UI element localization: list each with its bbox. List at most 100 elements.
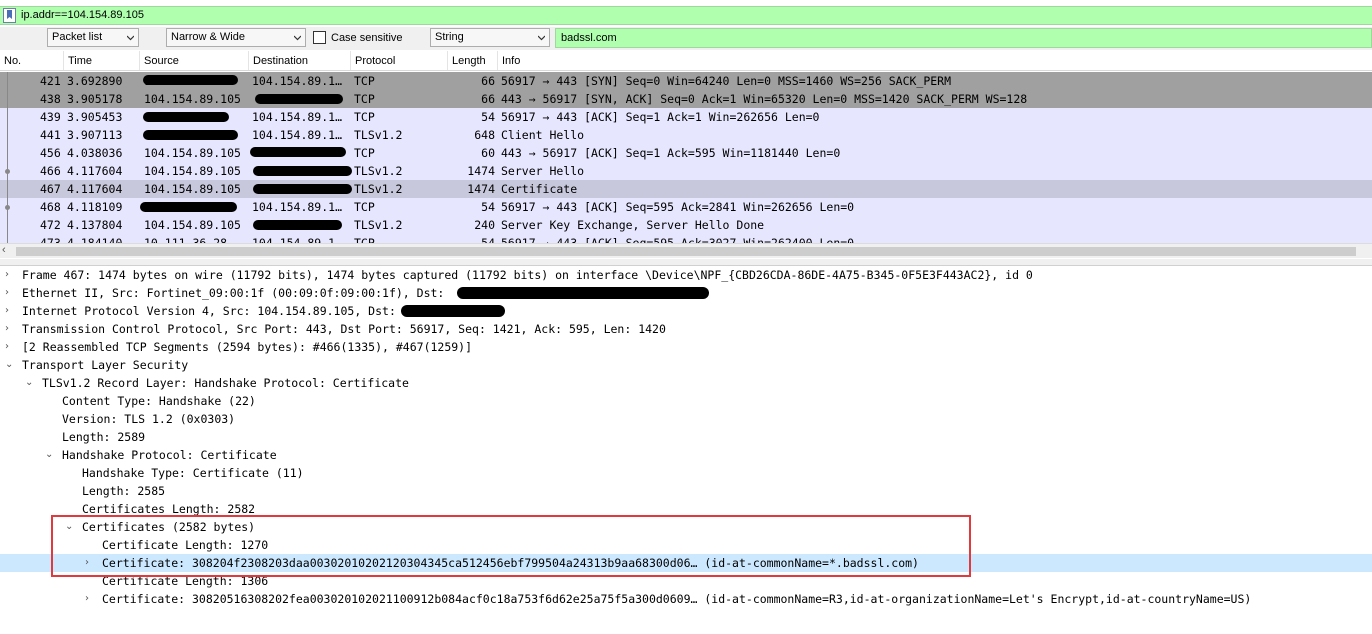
tree-item-label: Internet Protocol Version 4, Src: 104.15… xyxy=(22,304,396,318)
tree-item-certificate-2[interactable]: › Certificate: 30820516308202fea00302010… xyxy=(0,590,1372,608)
tree-item-handshake-type[interactable]: Handshake Type: Certificate (11) xyxy=(0,464,1372,482)
tree-item-record-layer[interactable]: ⌄ TLSv1.2 Record Layer: Handshake Protoc… xyxy=(0,374,1372,392)
tree-item-cert-length-2[interactable]: Certificate Length: 1306 xyxy=(0,572,1372,590)
packet-row[interactable]: 438 3.905178 104.154.89.105 TCP 66 443 →… xyxy=(0,90,1372,108)
packet-no: 438 xyxy=(40,92,61,106)
column-divider[interactable] xyxy=(248,51,249,70)
packet-row[interactable]: 456 4.038036 104.154.89.105 TCP 60 443 →… xyxy=(0,144,1372,162)
tree-item-ipv4[interactable]: › Internet Protocol Version 4, Src: 104.… xyxy=(0,302,1372,320)
expand-arrow-icon[interactable]: › xyxy=(5,284,15,302)
column-no[interactable]: No. xyxy=(4,55,21,67)
column-source[interactable]: Source xyxy=(144,55,179,67)
column-divider[interactable] xyxy=(139,51,140,70)
tree-item-certificate-1-selected[interactable]: › Certificate: 308204f2308203daa00302010… xyxy=(0,554,1372,572)
packet-source: 104.154.89.105 xyxy=(144,218,241,232)
collapse-arrow-icon[interactable]: ⌄ xyxy=(25,374,35,392)
packet-info: Server Key Exchange, Server Hello Done xyxy=(501,218,765,232)
packet-time: 3.907113 xyxy=(67,128,123,142)
display-filter-input[interactable]: ip.addr==104.154.89.105 xyxy=(21,9,144,21)
search-type-select[interactable]: String xyxy=(430,28,550,47)
collapse-arrow-icon[interactable]: ⌄ xyxy=(65,518,75,536)
expand-arrow-icon[interactable]: › xyxy=(5,320,15,338)
packet-protocol: TCP xyxy=(354,200,375,214)
column-info[interactable]: Info xyxy=(502,55,520,67)
display-filter-bar[interactable]: ip.addr==104.154.89.105 xyxy=(0,6,1372,25)
column-protocol[interactable]: Protocol xyxy=(355,55,395,67)
packet-length: 1474 xyxy=(467,164,495,178)
conversation-line xyxy=(7,180,8,198)
expand-arrow-icon[interactable]: › xyxy=(5,302,15,320)
reassembly-dot-icon xyxy=(5,169,10,174)
tree-item-tls[interactable]: ⌄ Transport Layer Security xyxy=(0,356,1372,374)
column-destination[interactable]: Destination xyxy=(253,55,308,67)
char-width-select[interactable]: Narrow & Wide xyxy=(166,28,306,47)
packet-protocol: TLSv1.2 xyxy=(354,218,403,232)
packet-length: 66 xyxy=(481,92,495,106)
tree-item-frame[interactable]: › Frame 467: 1474 bytes on wire (11792 b… xyxy=(0,266,1372,284)
tree-item-version[interactable]: Version: TLS 1.2 (0x0303) xyxy=(0,410,1372,428)
scrollbar-thumb[interactable] xyxy=(16,247,1356,256)
case-sensitive-checkbox[interactable] xyxy=(313,31,326,44)
tree-item-label: Version: TLS 1.2 (0x0303) xyxy=(62,412,236,426)
chevron-down-icon xyxy=(538,35,545,41)
packet-protocol: TCP xyxy=(354,92,375,106)
tree-item-content-type[interactable]: Content Type: Handshake (22) xyxy=(0,392,1372,410)
expand-arrow-icon[interactable]: › xyxy=(5,266,15,284)
tree-item-certificates[interactable]: ⌄ Certificates (2582 bytes) xyxy=(0,518,1372,536)
packet-length: 60 xyxy=(481,146,495,160)
tree-item-label: Transmission Control Protocol, Src Port:… xyxy=(22,322,666,336)
packet-list-scrollbar[interactable]: ‹ xyxy=(0,243,1372,258)
packet-row[interactable]: 472 4.137804 104.154.89.105 TLSv1.2 240 … xyxy=(0,216,1372,234)
search-string-input[interactable]: badssl.com xyxy=(555,28,1372,48)
redaction-mark xyxy=(143,112,229,122)
packet-info: Server Hello xyxy=(501,164,585,178)
scroll-left-arrow-icon[interactable]: ‹ xyxy=(2,244,6,256)
expand-arrow-icon[interactable]: › xyxy=(85,590,95,608)
packet-row[interactable]: 468 4.118109 104.154.89.1… TCP 54 56917 … xyxy=(0,198,1372,216)
tree-item-handshake[interactable]: ⌄ Handshake Protocol: Certificate xyxy=(0,446,1372,464)
tree-item-certificates-length[interactable]: Certificates Length: 2582 xyxy=(0,500,1372,518)
packet-info: 443 → 56917 [SYN, ACK] Seq=0 Ack=1 Win=6… xyxy=(501,92,1028,106)
tree-item-label: Certificate Length: 1270 xyxy=(102,538,269,552)
tree-item-ethernet[interactable]: › Ethernet II, Src: Fortinet_09:00:1f (0… xyxy=(0,284,1372,302)
packet-protocol: TLSv1.2 xyxy=(354,182,403,196)
search-type-value: String xyxy=(435,31,464,43)
collapse-arrow-icon[interactable]: ⌄ xyxy=(5,356,15,374)
tree-item-length[interactable]: Length: 2589 xyxy=(0,428,1372,446)
pane-splitter[interactable] xyxy=(0,259,1372,266)
packet-row[interactable]: 439 3.905453 104.154.89.1… TCP 54 56917 … xyxy=(0,108,1372,126)
packet-details-tree[interactable]: › Frame 467: 1474 bytes on wire (11792 b… xyxy=(0,266,1372,634)
tree-item-reassembled[interactable]: › [2 Reassembled TCP Segments (2594 byte… xyxy=(0,338,1372,356)
packet-no: 468 xyxy=(40,200,61,214)
tree-item-tcp[interactable]: › Transmission Control Protocol, Src Por… xyxy=(0,320,1372,338)
column-time[interactable]: Time xyxy=(68,55,92,67)
packet-row-selected[interactable]: 467 4.117604 104.154.89.105 TLSv1.2 1474… xyxy=(0,180,1372,198)
packet-row[interactable]: 441 3.907113 104.154.89.1… TLSv1.2 648 C… xyxy=(0,126,1372,144)
packet-no: 466 xyxy=(40,164,61,178)
search-scope-value: Packet list xyxy=(52,31,103,43)
tree-item-label: Certificates (2582 bytes) xyxy=(82,520,256,534)
tree-item-handshake-length[interactable]: Length: 2585 xyxy=(0,482,1372,500)
packet-source: 104.154.89.105 xyxy=(144,164,241,178)
tree-item-cert-length-1[interactable]: Certificate Length: 1270 xyxy=(0,536,1372,554)
tree-item-label: Certificates Length: 2582 xyxy=(82,502,256,516)
packet-info: 56917 → 443 [ACK] Seq=595 Ack=2841 Win=2… xyxy=(501,200,855,214)
packet-row[interactable]: 466 4.117604 104.154.89.105 TLSv1.2 1474… xyxy=(0,162,1372,180)
column-divider[interactable] xyxy=(350,51,351,70)
packet-length: 240 xyxy=(474,218,495,232)
expand-arrow-icon[interactable]: › xyxy=(5,338,15,356)
bookmark-icon[interactable] xyxy=(3,8,16,23)
column-length[interactable]: Length xyxy=(452,55,486,67)
packet-list-header: No. Time Source Destination Protocol Len… xyxy=(0,51,1372,71)
column-divider[interactable] xyxy=(497,51,498,70)
collapse-arrow-icon[interactable]: ⌄ xyxy=(45,446,55,464)
packet-source: 104.154.89.105 xyxy=(144,146,241,160)
expand-arrow-icon[interactable]: › xyxy=(85,554,95,572)
packet-row[interactable]: 421 3.692890 10.111.36.28 104.154.89.1… … xyxy=(0,72,1372,90)
conversation-line xyxy=(7,126,8,144)
packet-no: 472 xyxy=(40,218,61,232)
packet-list[interactable]: 421 3.692890 10.111.36.28 104.154.89.1… … xyxy=(0,72,1372,244)
column-divider[interactable] xyxy=(63,51,64,70)
column-divider[interactable] xyxy=(447,51,448,70)
search-scope-select[interactable]: Packet list xyxy=(47,28,139,47)
